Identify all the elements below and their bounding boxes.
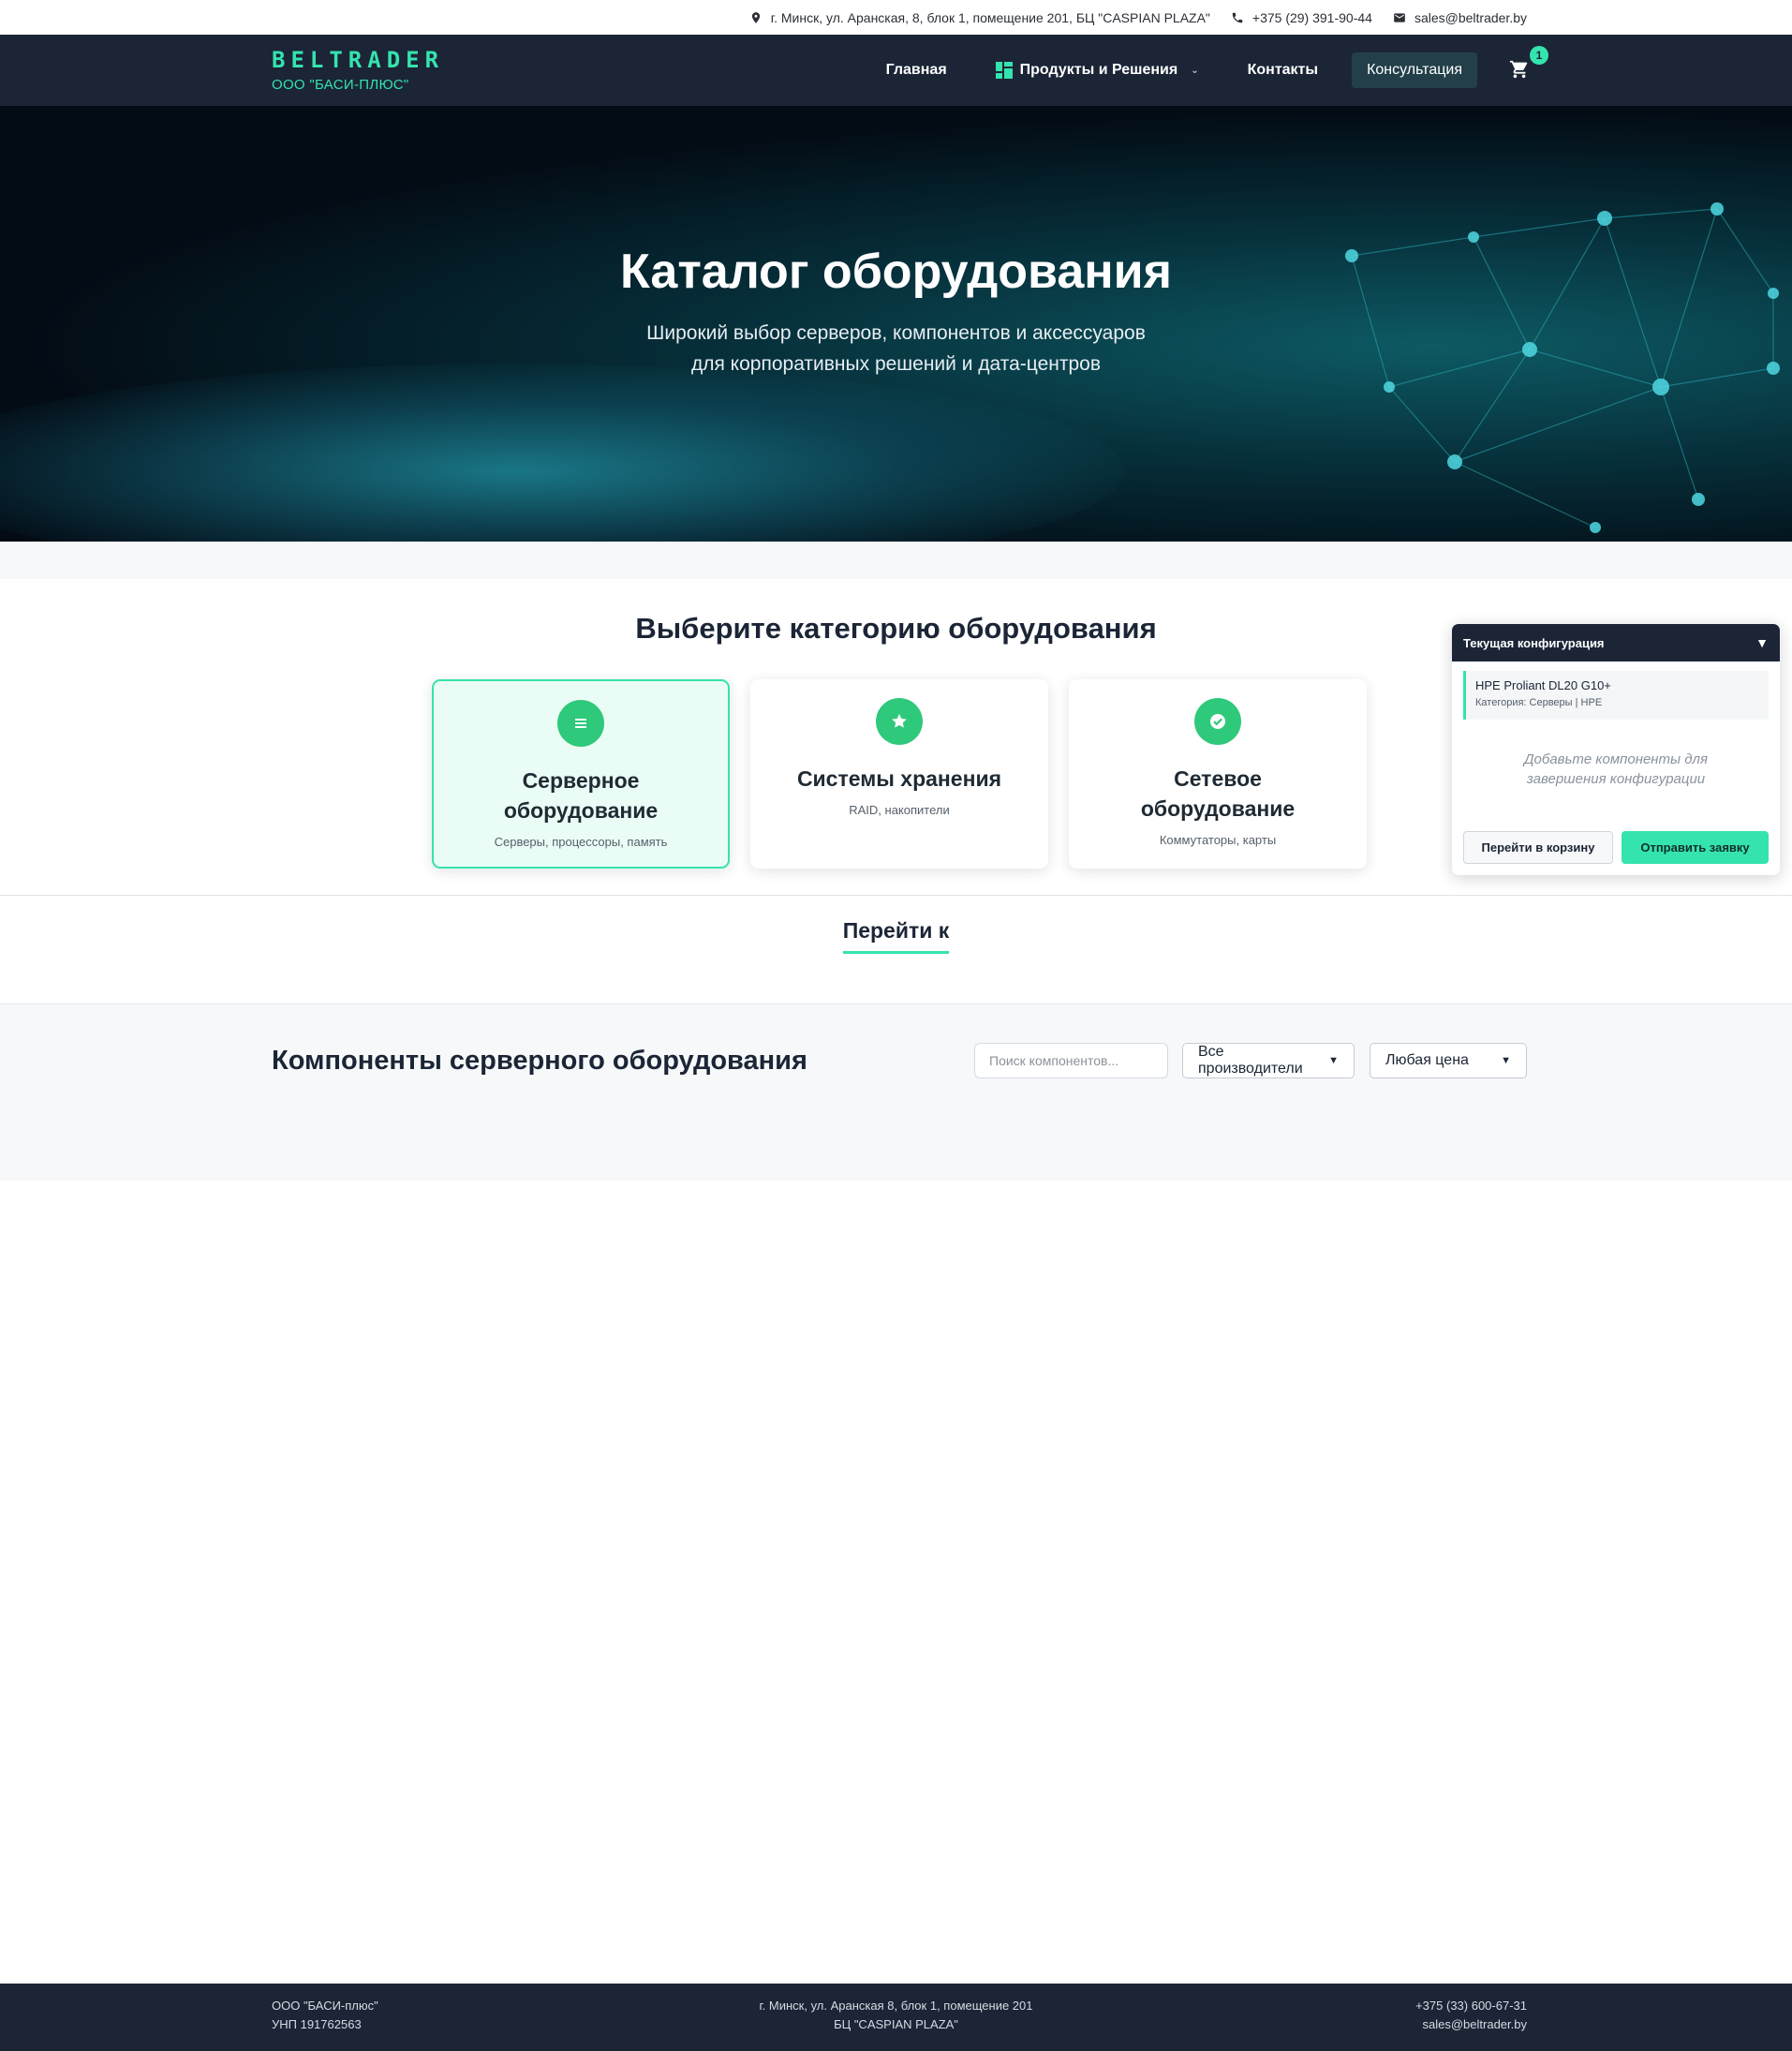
send-request-button[interactable]: Отправить заявку bbox=[1622, 831, 1769, 864]
main-navbar: BELTRADER ООО "БАСИ-ПЛЮС" Главная Продук… bbox=[0, 35, 1792, 106]
category-card-network[interactable]: Сетевое оборудование Коммутаторы, карты bbox=[1069, 679, 1367, 869]
configuration-actions: Перейти в корзину Отправить заявку bbox=[1463, 831, 1769, 864]
configuration-hint: Добавьте компоненты для завершения конфи… bbox=[1523, 751, 1709, 787]
mail-icon bbox=[1394, 12, 1405, 22]
footer-contacts: +375 (33) 600-67-31 sales@beltrader.by bbox=[1415, 1997, 1527, 2034]
goto-heading: Перейти к bbox=[0, 918, 1792, 954]
chevron-down-icon: ▼ bbox=[1501, 1055, 1511, 1066]
chevron-down-icon: ▼ bbox=[1328, 1055, 1339, 1066]
star-icon bbox=[876, 698, 923, 745]
configuration-item-meta: Категория: Серверы | HPE bbox=[1475, 697, 1603, 708]
price-select[interactable]: Любая цена ▼ bbox=[1370, 1043, 1527, 1078]
logo-wordmark: BELTRADER bbox=[272, 47, 445, 73]
chevron-down-icon: ⌄ bbox=[1191, 65, 1199, 76]
configuration-header[interactable]: Текущая конфигурация ▼ bbox=[1452, 624, 1780, 661]
list-icon bbox=[557, 700, 604, 747]
location-pin-icon bbox=[751, 11, 760, 23]
configuration-item: HPE Proliant DL20 G10+ Категория: Сервер… bbox=[1463, 671, 1769, 720]
cart-button[interactable]: 1 bbox=[1509, 46, 1548, 82]
components-title: Компоненты серверного оборудования bbox=[272, 1046, 807, 1076]
cart-count-badge: 1 bbox=[1530, 46, 1548, 65]
nav-home[interactable]: Главная bbox=[886, 62, 947, 79]
hero-subtitle: Широкий выбор серверов, компонентов и ак… bbox=[0, 318, 1792, 379]
footer-email[interactable]: sales@beltrader.by bbox=[1415, 2015, 1527, 2034]
category-subtitle: Серверы, процессоры, память bbox=[494, 835, 668, 849]
page: г. Минск, ул. Аранская, 8, блок 1, помещ… bbox=[0, 0, 1792, 2051]
nav-contacts-label: Контакты bbox=[1247, 62, 1319, 78]
hero-banner: Каталог оборудования Широкий выбор серве… bbox=[0, 106, 1792, 542]
email-info[interactable]: sales@beltrader.by bbox=[1393, 10, 1527, 25]
nav-products[interactable]: Продукты и Решения ⌄ bbox=[995, 62, 1199, 79]
cart-icon bbox=[1509, 60, 1528, 79]
goto-section: Перейти к bbox=[0, 896, 1792, 1003]
nav-products-label: Продукты и Решения bbox=[1019, 62, 1178, 78]
grid-icon bbox=[995, 62, 1013, 79]
phone-text: +375 (29) 391-90-44 bbox=[1251, 9, 1372, 25]
collapse-toggle-icon[interactable]: ▼ bbox=[1755, 635, 1769, 650]
category-card-storage[interactable]: Системы хранения RAID, накопители bbox=[750, 679, 1048, 869]
check-icon bbox=[1194, 698, 1241, 745]
category-subtitle: RAID, накопители bbox=[849, 803, 950, 817]
configuration-panel: Текущая конфигурация ▼ HPE Proliant DL20… bbox=[1452, 624, 1780, 875]
hero-title: Каталог оборудования bbox=[620, 245, 1172, 299]
footer: ООО "БАСИ-плюс" УНП 191762563 г. Минск, … bbox=[0, 1984, 1792, 2051]
footer-phone[interactable]: +375 (33) 600-67-31 bbox=[1415, 1997, 1527, 2015]
go-to-cart-button[interactable]: Перейти в корзину bbox=[1463, 831, 1613, 864]
nav-contacts[interactable]: Контакты bbox=[1248, 62, 1318, 79]
component-search-input[interactable] bbox=[974, 1043, 1168, 1078]
hero-subtitle-line-2: для корпоративных решений и дата-центров bbox=[690, 353, 1102, 375]
category-title: Системы хранения bbox=[796, 766, 1002, 791]
company-name: ООО "БАСИ-ПЛЮС" bbox=[272, 77, 409, 93]
goto-label[interactable]: Перейти к bbox=[842, 918, 950, 954]
consultation-button[interactable]: Консультация bbox=[1352, 52, 1477, 88]
category-subtitle: Коммутаторы, карты bbox=[1159, 833, 1277, 847]
hero-subtitle-line-1: Широкий выбор серверов, компонентов и ак… bbox=[646, 322, 1146, 344]
phone-info[interactable]: +375 (29) 391-90-44 bbox=[1231, 10, 1372, 25]
manufacturer-select[interactable]: Все производители ▼ bbox=[1182, 1043, 1355, 1078]
address-info: г. Минск, ул. Аранская, 8, блок 1, помещ… bbox=[749, 10, 1210, 25]
category-title: Сетевое оборудование bbox=[1140, 766, 1296, 821]
configuration-title: Текущая конфигурация bbox=[1463, 635, 1605, 650]
price-select-value: Любая цена bbox=[1385, 1052, 1469, 1068]
category-title: Серверное оборудование bbox=[503, 768, 659, 823]
section-spacer bbox=[0, 542, 1792, 579]
manufacturer-select-value: Все производители bbox=[1198, 1044, 1303, 1077]
nav-home-label: Главная bbox=[885, 62, 947, 78]
components-section: Компоненты серверного оборудования Все п… bbox=[0, 1003, 1792, 1181]
nav-menu: Главная Продукты и Решения ⌄ Контакты Ко… bbox=[837, 35, 1548, 106]
logo[interactable]: BELTRADER ООО "БАСИ-ПЛЮС" bbox=[272, 47, 444, 93]
email-text: sales@beltrader.by bbox=[1414, 9, 1527, 25]
configuration-item-name: HPE Proliant DL20 G10+ bbox=[1475, 678, 1611, 692]
top-info-bar: г. Минск, ул. Аранская, 8, блок 1, помещ… bbox=[0, 0, 1792, 35]
category-card-server[interactable]: Серверное оборудование Серверы, процессо… bbox=[432, 679, 730, 869]
address-text: г. Минск, ул. Аранская, 8, блок 1, помещ… bbox=[770, 9, 1210, 25]
phone-icon bbox=[1232, 12, 1243, 22]
